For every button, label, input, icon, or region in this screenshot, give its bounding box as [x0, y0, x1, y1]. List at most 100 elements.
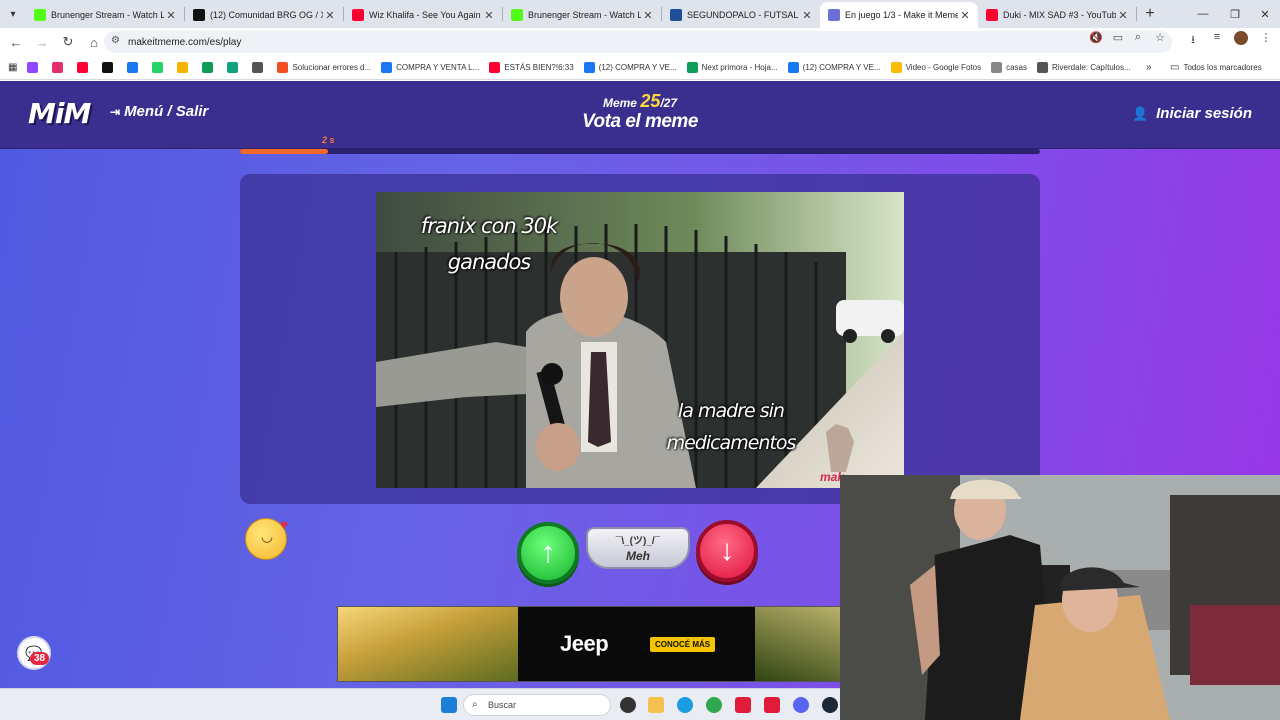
webcam-video	[840, 475, 1280, 720]
close-tab-icon[interactable]: ✕	[164, 9, 178, 22]
zoom-icon[interactable]: ⌕	[1128, 31, 1148, 44]
all-bookmarks-label: Todos los marcadores	[1183, 63, 1262, 72]
back-icon[interactable]: ←	[4, 30, 28, 54]
logo[interactable]: MiM	[28, 97, 91, 130]
chrome-icon[interactable]	[706, 697, 722, 713]
browser-tab[interactable]: SEGUNDOPALO - FUTSAL AFA✕	[662, 2, 820, 28]
bookmark-item[interactable]	[227, 62, 242, 73]
bookmark-item[interactable]: (12) COMPRA Y VE...	[787, 62, 881, 73]
caption-top-line-1: franix con 30k	[420, 214, 558, 238]
meh-button[interactable]: ¯\_(ツ)_/¯ Meh	[586, 527, 690, 569]
bookmark-favicon-icon	[381, 62, 393, 73]
reload-icon[interactable]: ↻	[56, 30, 80, 54]
meme-image: franix con 30k ganados la madre sin medi…	[376, 192, 904, 488]
ad-cta-button[interactable]: CONOCÉ MÁS	[650, 637, 716, 652]
all-bookmarks-button[interactable]: ▭ Todos los marcadores	[1170, 62, 1262, 73]
browser-tab[interactable]: (12) Comunidad BRG OG / X ✕	[185, 2, 343, 28]
bookmark-item[interactable]	[202, 62, 217, 73]
close-tab-icon[interactable]: ✕	[958, 9, 972, 22]
close-tab-icon[interactable]: ✕	[323, 9, 337, 22]
bookmark-item[interactable]	[127, 62, 142, 73]
obs-icon[interactable]	[620, 697, 636, 713]
apps-grid-icon[interactable]: ▦	[8, 62, 17, 73]
bookmark-item[interactable]: Video - Google Fotos	[890, 62, 982, 73]
bookmark-item[interactable]	[27, 62, 42, 73]
close-window-button[interactable]: ✕	[1248, 0, 1280, 28]
arrow-up-icon: ↑	[540, 536, 556, 569]
tab-favicon-icon	[986, 9, 998, 21]
bookmark-label: Video - Google Fotos	[905, 63, 982, 72]
tab-search-icon[interactable]: ▾	[0, 0, 26, 28]
meme-card: franix con 30k ganados la madre sin medi…	[240, 174, 1040, 504]
file-explorer-icon[interactable]	[648, 697, 664, 713]
bookmark-label: Next primora - Hoja...	[701, 63, 778, 72]
home-icon[interactable]: ⌂	[82, 30, 106, 54]
login-button[interactable]: 👤 Iniciar sesión	[1132, 105, 1252, 122]
bookmark-favicon-icon	[227, 62, 239, 73]
browser-tab[interactable]: Duki - MIX SAD #3 - YouTube ✕	[978, 2, 1136, 28]
meme-total: /27	[660, 96, 678, 110]
close-tab-icon[interactable]: ✕	[482, 9, 496, 22]
discord-icon[interactable]	[793, 697, 809, 713]
vote-down-button[interactable]: ↓	[696, 520, 758, 582]
app-red-icon[interactable]	[735, 697, 751, 713]
cast-icon[interactable]: ▭	[1108, 31, 1128, 44]
shrug-text: ¯\_(ツ)_/¯	[615, 536, 661, 547]
bookmark-item[interactable]	[102, 62, 117, 73]
more-bookmarks-icon[interactable]: »	[1146, 62, 1152, 73]
search-icon: ⌕	[472, 699, 478, 710]
browser-tab[interactable]: Brunenger Stream - Watch Live✕	[503, 2, 661, 28]
bookmark-star-icon[interactable]: ☆	[1150, 31, 1170, 44]
bookmark-item[interactable]: Next primora - Hoja...	[686, 62, 778, 73]
bookmark-item[interactable]: COMPRA Y VENTA L...	[381, 62, 479, 73]
site-info-icon[interactable]: ⚙	[111, 35, 120, 46]
taskbar-search[interactable]: ⌕ Buscar	[463, 694, 611, 716]
exit-icon: ⇥	[110, 104, 121, 119]
bookmark-item[interactable]	[152, 62, 167, 73]
profile-avatar[interactable]	[1231, 31, 1251, 48]
edge-icon[interactable]	[677, 697, 693, 713]
bookmark-item[interactable]: Solucionar errores d...	[277, 62, 371, 73]
app-red-2-icon[interactable]	[764, 697, 780, 713]
url-field[interactable]: ⚙ makeitmeme.com/es/play	[104, 31, 1172, 53]
browser-tab[interactable]: Wiz Khalifa - See You Again ft. ✕	[344, 2, 502, 28]
close-tab-icon[interactable]: ✕	[800, 9, 814, 22]
tab-strip: ▾ Brunenger Stream - Watch Live✕(12) Com…	[0, 0, 1280, 28]
login-label: Iniciar sesión	[1156, 105, 1252, 122]
download-icon[interactable]: ⭳	[1183, 31, 1203, 50]
windows-start-icon[interactable]	[441, 697, 457, 713]
reaction-emoji-button[interactable]: ◡ ♥	[245, 517, 288, 560]
menu-exit-button[interactable]: ⇥ Menú / Salir	[110, 103, 208, 120]
advertisement-banner[interactable]: Jeep CONOCÉ MÁS	[337, 606, 841, 682]
maximize-button[interactable]: ❐	[1218, 0, 1252, 28]
close-tab-icon[interactable]: ✕	[1116, 9, 1130, 22]
bookmark-item[interactable]	[77, 62, 92, 73]
meme-counter: Meme 25/27	[540, 91, 740, 112]
tab-title: (12) Comunidad BRG OG / X	[210, 10, 323, 20]
browser-menu-icon[interactable]: ⋮	[1256, 31, 1276, 44]
bookmark-item[interactable]: casas	[991, 62, 1027, 73]
bookmark-favicon-icon	[152, 62, 164, 73]
bookmark-label: casas	[1006, 63, 1027, 72]
meme-counter-label: Meme	[602, 96, 637, 110]
steam-icon[interactable]	[822, 697, 838, 713]
minimize-button[interactable]: —	[1186, 0, 1220, 28]
tab-favicon-icon	[34, 9, 46, 21]
media-icon[interactable]: ≡	[1207, 31, 1227, 43]
caption-bottom-line-2: medicamentos	[666, 432, 797, 454]
bookmark-item[interactable]: (12) COMPRA Y VE...	[583, 62, 677, 73]
arrow-down-icon: ↓	[719, 534, 735, 567]
forward-icon[interactable]: →	[30, 30, 54, 54]
new-tab-button[interactable]: +	[1137, 5, 1163, 23]
browser-tab[interactable]: Brunenger Stream - Watch Live✕	[26, 2, 184, 28]
bookmark-item[interactable]: Riverdale: Capítulos...	[1036, 62, 1131, 73]
close-tab-icon[interactable]: ✕	[641, 9, 655, 22]
bookmark-item[interactable]	[252, 62, 267, 73]
mute-icon[interactable]: 🔇	[1086, 31, 1106, 44]
bookmark-item[interactable]	[52, 62, 67, 73]
meme-current-number: 25	[640, 91, 661, 111]
vote-up-button[interactable]: ↑	[517, 522, 579, 584]
bookmark-item[interactable]: ESTÁS BIEN?!6:33	[489, 62, 574, 73]
browser-tab[interactable]: En juego 1/3 - Make it Meme ✕	[820, 2, 978, 28]
bookmark-item[interactable]	[177, 62, 192, 73]
